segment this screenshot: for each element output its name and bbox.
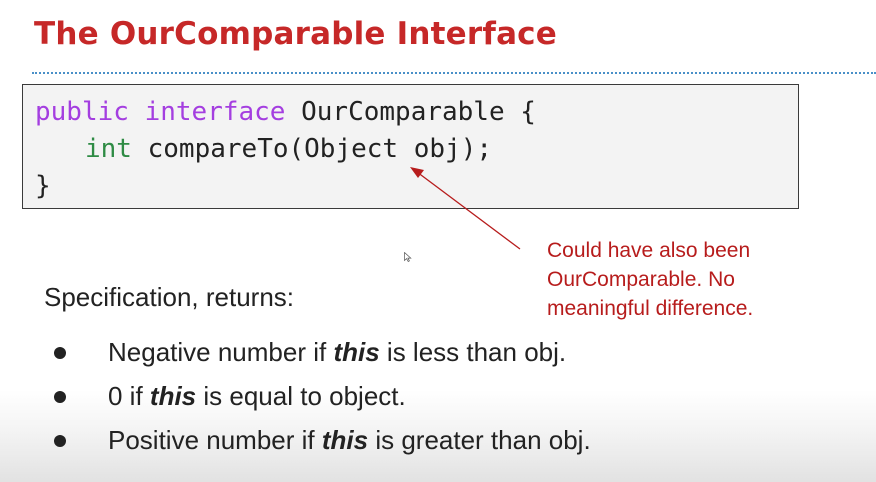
interface-declaration: OurComparable { (285, 97, 536, 127)
title-divider (32, 72, 876, 74)
list-item-text: is greater than obj. (368, 425, 591, 455)
emphasis-this: this (333, 337, 380, 367)
list-item-text: 0 if (108, 381, 150, 411)
emphasis-this: this (149, 381, 197, 411)
code-line-2: int compareTo(Object obj); (35, 131, 798, 168)
method-signature: compareTo(Object obj); (131, 134, 492, 164)
keyword-public: public (35, 97, 129, 127)
list-item-text: Negative number if (108, 337, 334, 367)
annotation-line-1: Could have also been (547, 239, 751, 262)
specification-heading: Specification, returns: (44, 282, 295, 312)
code-block: public interface OurComparable {int comp… (22, 84, 799, 209)
bullet-icon (54, 347, 66, 359)
keyword-interface: interface (144, 97, 286, 127)
list-item-text: is equal to object. (196, 381, 406, 411)
keyword-int: int (85, 134, 132, 164)
code-line-1: public interface OurComparable { (35, 94, 798, 131)
slide-title: The OurComparable Interface (34, 16, 557, 52)
bullet-icon (54, 435, 66, 447)
annotation-line-2: OurComparable. No (547, 268, 735, 291)
code-line-3: } (35, 171, 51, 201)
annotation-line-3: meaningful difference. (547, 297, 754, 320)
list-item-text: is less than obj. (379, 337, 567, 367)
emphasis-this: this (321, 425, 369, 455)
bullet-icon (54, 391, 66, 403)
mouse-cursor-icon (404, 252, 412, 262)
list-item-text: Positive number if (108, 425, 322, 455)
annotation-note: Could have also been OurComparable. No m… (547, 236, 807, 323)
